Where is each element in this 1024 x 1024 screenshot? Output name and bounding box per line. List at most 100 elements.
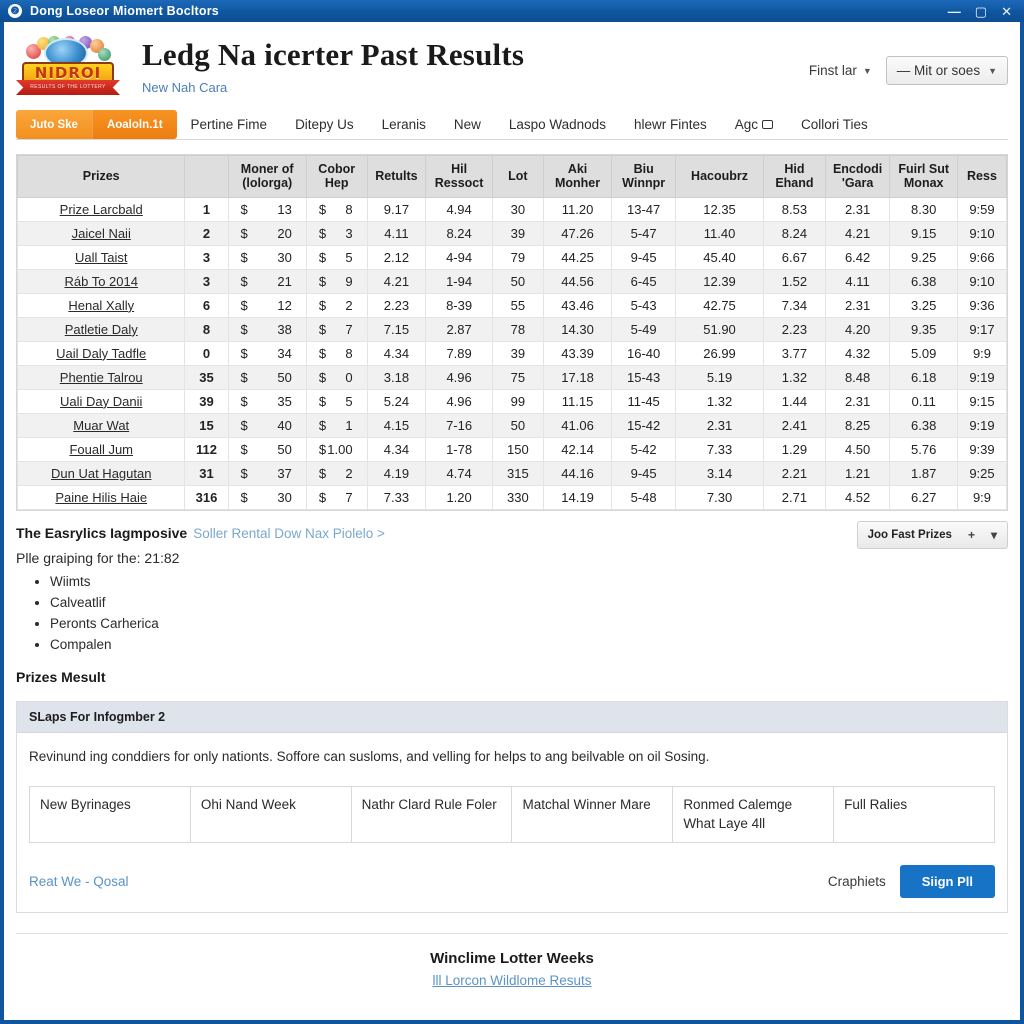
close-button[interactable]: ✕	[1001, 5, 1012, 18]
filter-select[interactable]: — Mit or soes ▼	[885, 56, 1008, 85]
col-header-retults[interactable]: Retults	[366, 155, 427, 198]
cell-cobor: $2	[305, 460, 368, 486]
card-cell[interactable]: Nathr Clard Rule Foler	[350, 786, 513, 843]
prize-name-link[interactable]: Fouall Jum	[69, 442, 133, 457]
minimize-button[interactable]: —	[948, 5, 961, 18]
info-panel: SLaps For Infogmber 2 Revinund ing condd…	[16, 701, 1008, 913]
cell-prize-name[interactable]: Henal Xally	[16, 292, 186, 318]
table-row[interactable]: Uali Day Danii 39 $35 $5 5.24 4.96 99 11.15 11-4…	[16, 388, 1008, 414]
prize-name-link[interactable]: Jaicel Naii	[72, 226, 131, 241]
cell-moner: $12	[227, 292, 307, 318]
col-header-akmonher[interactable]: Aki Monher	[542, 155, 613, 198]
nav-item-1[interactable]: Ditepy Us	[281, 110, 368, 139]
page-subtitle: New Nah Cara	[142, 80, 228, 96]
table-row[interactable]: Ráb To 2014 3 $21 $9 4.21 1-94 50 44.56 6-45 12.3…	[16, 268, 1008, 294]
prize-name-link[interactable]: Ráb To 2014	[64, 274, 138, 289]
nav-item-7[interactable]: Collori Ties	[787, 110, 882, 139]
table-row[interactable]: Phentie Talrou 35 $50 $0 3.18 4.96 75 17.18 15-4…	[16, 364, 1008, 390]
cell-prize-name[interactable]: Dun Uat Hagutan	[16, 460, 186, 486]
prize-name-link[interactable]: Uail Daly Tadfle	[56, 346, 146, 361]
region-dropdown[interactable]: Finst lar ▼	[809, 63, 872, 78]
cell-rank: 3	[184, 268, 229, 294]
chevron-down-icon[interactable]: ▾	[991, 528, 997, 542]
cell-prize-name[interactable]: Fouall Jum	[16, 436, 186, 462]
mid-heading-link[interactable]: Soller Rental Dow Nax Piolelo >	[193, 526, 385, 541]
table-row[interactable]: Uail Daly Tadfle 0 $34 $8 4.34 7.89 39 43.39 16-…	[16, 340, 1008, 366]
cell-hacoubrz: 51.90	[674, 316, 765, 342]
table-row[interactable]: Fouall Jum 112 $50 $1.00 4.34 1-78 150 42.14 5-4…	[16, 436, 1008, 462]
col-header-hacoubrz[interactable]: Hacoubrz	[674, 155, 765, 198]
cell-retults: 2.23	[366, 292, 427, 318]
prize-name-link[interactable]: Uall Taist	[75, 250, 128, 265]
info-panel-footer: Reat We - Qosal Craphiets Siign Pll	[29, 864, 995, 898]
panel-foot-link[interactable]: Reat We - Qosal	[29, 874, 129, 889]
col-header-cobor[interactable]: Cobor Hep	[305, 155, 368, 198]
col-header-ressoct[interactable]: Hil Ressoct	[425, 155, 493, 198]
prize-name-link[interactable]: Muar Wat	[73, 418, 129, 433]
col-header-fuirlsut[interactable]: Fuirl Sut Monax	[889, 155, 958, 198]
results-table-body: Prize Larcbald 1 $13 $8 9.17 4.94 30 11.20 13-47…	[16, 196, 1008, 510]
cell-prize-name[interactable]: Jaicel Naii	[16, 220, 186, 246]
cell-prize-name[interactable]: Uail Daly Tadfle	[16, 340, 186, 366]
cell-prize-name[interactable]: Phentie Talrou	[16, 364, 186, 390]
table-row[interactable]: Jaicel Naii 2 $20 $3 4.11 8.24 39 47.26 5-47 11.4…	[16, 220, 1008, 246]
col-header-rank[interactable]	[184, 155, 229, 198]
col-header-hidehand[interactable]: Hid Ehand	[763, 155, 826, 198]
nav-item-4[interactable]: Laspo Wadnods	[495, 110, 620, 139]
cell-lot: 39	[491, 220, 544, 246]
prize-name-link[interactable]: Dun Uat Hagutan	[51, 466, 151, 481]
nav-item-0[interactable]: Pertine Fime	[177, 110, 282, 139]
cell-lot: 79	[491, 244, 544, 270]
nav-item-6[interactable]: Agc	[721, 110, 787, 139]
plus-icon[interactable]: +	[968, 528, 975, 542]
cell-encdodi: 4.21	[824, 220, 891, 246]
col-header-ress[interactable]: Ress	[956, 155, 1008, 198]
card-cell[interactable]: Matchal Winner Mare	[511, 786, 674, 843]
cell-prize-name[interactable]: Uall Taist	[16, 244, 186, 270]
maximize-button[interactable]: ▢	[975, 5, 987, 18]
card-cell[interactable]: Full Ralies	[833, 786, 995, 843]
site-logo[interactable]: NIDROI RESULTS OF THE LOTTERY	[16, 34, 120, 98]
cell-prize-name[interactable]: Muar Wat	[16, 412, 186, 438]
prize-name-link[interactable]: Paine Hilis Haie	[55, 490, 147, 505]
prize-name-link[interactable]: Prize Larcbald	[60, 202, 143, 217]
cell-cobor: $3	[305, 220, 368, 246]
table-row[interactable]: Dun Uat Hagutan 31 $37 $2 4.19 4.74 315 44.16 9-…	[16, 460, 1008, 486]
prize-name-link[interactable]: Phentie Talrou	[60, 370, 143, 385]
sign-up-button[interactable]: Siign Pll	[899, 864, 995, 898]
cell-hidehand: 1.52	[763, 268, 826, 294]
table-row[interactable]: Patletie Daly 8 $38 $7 7.15 2.87 78 14.30 5-49 51…	[16, 316, 1008, 342]
cell-fuirlsut: 9.15	[889, 220, 958, 246]
table-row[interactable]: Uall Taist 3 $30 $5 2.12 4-94 79 44.25 9-45 45.40…	[16, 244, 1008, 270]
cell-prize-name[interactable]: Ráb To 2014	[16, 268, 186, 294]
nav-pill-secondary[interactable]: Aoaloln.1t	[91, 110, 177, 139]
table-row[interactable]: Paine Hilis Haie 316 $30 $7 7.33 1.20 330 14.19…	[16, 484, 1008, 510]
card-cell[interactable]: New Byrinages	[29, 786, 191, 843]
card-cell[interactable]: Ohi Nand Week	[189, 786, 352, 843]
table-row[interactable]: Prize Larcbald 1 $13 $8 9.17 4.94 30 11.20 13-47…	[16, 196, 1008, 222]
nav-item-5[interactable]: hlewr Fintes	[620, 110, 721, 139]
col-header-encdodi[interactable]: Encdodi 'Gara	[824, 155, 891, 198]
col-header-biuwinnpr[interactable]: Biu Winnpr	[611, 155, 676, 198]
table-row[interactable]: Muar Wat 15 $40 $1 4.15 7-16 50 41.06 15-42 2.31 2…	[16, 412, 1008, 438]
cell-prize-name[interactable]: Uali Day Danii	[16, 388, 186, 414]
prize-name-link[interactable]: Uali Day Danii	[60, 394, 142, 409]
card-cell[interactable]: Ronmed Calemge What Laye 4ll	[672, 786, 835, 843]
col-header-prizes[interactable]: Prizes	[16, 155, 186, 198]
nav-item-3[interactable]: New	[440, 110, 495, 139]
nav-pill-primary[interactable]: Juto Ske	[16, 110, 92, 139]
cell-ress: 9:17	[956, 316, 1008, 342]
footer-link[interactable]: lll Lorcon Wildlome Resuts	[432, 973, 591, 988]
prize-name-link[interactable]: Patletie Daly	[65, 322, 138, 337]
prize-name-link[interactable]: Henal Xally	[68, 298, 134, 313]
col-header-moner[interactable]: Moner of (lolorga)	[227, 155, 307, 198]
table-row[interactable]: Henal Xally 6 $12 $2 2.23 8-39 55 43.46 5-43 42.7…	[16, 292, 1008, 318]
cell-cobor: $9	[305, 268, 368, 294]
cell-prize-name[interactable]: Prize Larcbald	[16, 196, 186, 222]
cell-prize-name[interactable]: Patletie Daly	[16, 316, 186, 342]
masthead-text: Ledg Na icerter Past Results New Nah Car…	[142, 34, 809, 95]
col-header-lot[interactable]: Lot	[491, 155, 544, 198]
joo-fast-prizes-button[interactable]: Joo Fast Prizes + ▾	[856, 520, 1008, 549]
nav-item-2[interactable]: Leranis	[368, 110, 440, 139]
cell-prize-name[interactable]: Paine Hilis Haie	[16, 484, 186, 510]
